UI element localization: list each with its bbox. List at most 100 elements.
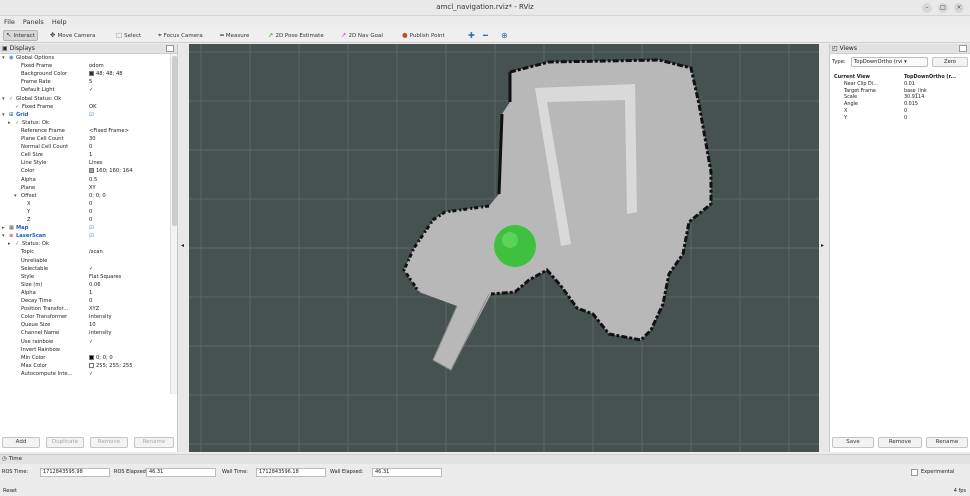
collapse-arrow-icon[interactable]: ▸	[8, 119, 11, 127]
tree-row[interactable]: Topic/scan	[0, 248, 170, 256]
tree-row-value[interactable]: XY	[89, 184, 96, 192]
tree-row[interactable]: ▸ ✓ Status: Ok	[0, 240, 170, 248]
tree-row[interactable]: Invert Rainbow	[0, 346, 170, 354]
color-swatch[interactable]	[89, 354, 94, 360]
expand-arrow-icon[interactable]: ▾	[2, 111, 5, 119]
tree-row-value[interactable]: <Fixed Frame>	[89, 127, 129, 135]
tree-row[interactable]: Use rainbow ✓	[0, 338, 170, 346]
tree-row[interactable]: Autocompute Inte... ✓	[0, 370, 170, 378]
move-camera-tool[interactable]: ✥ Move Camera	[50, 30, 96, 41]
tree-row[interactable]: ▸ ▦ Map ☑	[0, 224, 170, 232]
tree-row-value[interactable]: 0.5	[89, 176, 97, 184]
color-swatch[interactable]	[89, 71, 94, 77]
tree-row[interactable]: ▸ ✓ Status: Ok	[0, 119, 170, 127]
tree-row-value[interactable]: Lines	[89, 159, 103, 167]
tree-row-value[interactable]: 10	[89, 321, 96, 329]
tree-row-value[interactable]: Flat Squares	[89, 273, 121, 281]
maximize-button[interactable]: □	[938, 3, 948, 13]
render-viewport[interactable]	[189, 44, 819, 452]
tree-row-value[interactable]: 48; 48; 48	[89, 70, 123, 78]
tree-row-value[interactable]: ✓	[89, 370, 93, 378]
tree-row-value[interactable]: 0	[89, 297, 92, 305]
tree-row[interactable]: Alpha 1	[0, 289, 170, 297]
tree-row[interactable]: Alpha 0.5	[0, 176, 170, 184]
tree-row[interactable]: ▾ ✓ Global Status: Ok	[0, 95, 170, 103]
crosshair-icon[interactable]: ⊕	[501, 30, 508, 41]
tree-row[interactable]: X0	[0, 200, 170, 208]
tree-row[interactable]: Z0	[0, 216, 170, 224]
tree-row-value[interactable]: odom	[89, 62, 104, 70]
menu-panels[interactable]: Panels	[23, 16, 44, 28]
scrollbar-thumb[interactable]	[172, 56, 177, 226]
tree-row-value[interactable]: OK	[89, 103, 97, 111]
select-tool[interactable]: ⬚ Select	[116, 30, 141, 41]
tree-row-value[interactable]: ☑	[89, 232, 94, 240]
duplicate-button[interactable]: Duplicate	[46, 437, 84, 448]
tree-row[interactable]: Color Transformer Intensity	[0, 313, 170, 321]
tree-row-value[interactable]: ☑	[89, 111, 94, 119]
zero-button[interactable]: Zero	[932, 57, 968, 67]
expand-arrow-icon[interactable]: ▾	[2, 95, 5, 103]
tree-row[interactable]: Size (m) 0.06	[0, 281, 170, 289]
color-swatch[interactable]	[89, 168, 94, 174]
close-button[interactable]: ×	[954, 3, 964, 13]
tree-row-value[interactable]: 0	[89, 143, 92, 151]
tree-row[interactable]: Max Color 255; 255; 255	[0, 362, 170, 370]
tree-row[interactable]: ✓ Fixed Frame OK	[0, 103, 170, 111]
view-property-row[interactable]: Y0	[832, 115, 969, 122]
remove-view-button[interactable]: Remove	[878, 437, 922, 448]
tree-row[interactable]: Background Color 48; 48; 48	[0, 70, 170, 78]
pose-estimate-tool[interactable]: ➚ 2D Pose Estimate	[268, 30, 324, 41]
tree-row[interactable]: Channel Name intensity	[0, 329, 170, 337]
collapse-arrow-icon[interactable]: ▸	[2, 224, 5, 232]
tree-row-value[interactable]: 5	[89, 78, 92, 86]
tree-row-value[interactable]: /scan	[89, 248, 103, 256]
displays-scrollbar[interactable]	[170, 54, 177, 394]
right-collapse-handle[interactable]: ▸	[819, 44, 829, 452]
tree-row-value[interactable]: 0	[89, 208, 92, 216]
view-property-row[interactable]: Near Clip Di... 0.01	[832, 81, 969, 88]
collapse-arrow-icon[interactable]: ▸	[8, 240, 11, 248]
tree-row[interactable]: Color 160; 160; 164	[0, 167, 170, 175]
tree-row[interactable]: ▾ ◉ Global Options	[0, 54, 170, 62]
tree-row-value[interactable]: 0; 0; 0	[89, 354, 113, 362]
publish-point-tool[interactable]: ● Publish Point	[402, 30, 445, 41]
tree-row[interactable]: Default Light ✓	[0, 86, 170, 94]
tree-row-value[interactable]: 255; 255; 255	[89, 362, 133, 370]
view-property-row[interactable]: Target Frame base_link	[832, 88, 969, 95]
menu-file[interactable]: File	[4, 16, 15, 28]
remove-button[interactable]: Remove	[90, 437, 128, 448]
tree-row[interactable]: Decay Time 0	[0, 297, 170, 305]
tree-row[interactable]: Fixed Frame odom	[0, 62, 170, 70]
color-swatch[interactable]	[89, 362, 94, 368]
tree-row[interactable]: Selectable ✓	[0, 265, 170, 273]
tree-row[interactable]: Y0	[0, 208, 170, 216]
tree-row[interactable]: Reference Frame <Fixed Frame>	[0, 127, 170, 135]
tree-row-value[interactable]: 0; 0; 0	[89, 192, 106, 200]
tree-row-value[interactable]: 0	[89, 216, 92, 224]
minus-icon[interactable]: ━	[483, 30, 488, 41]
menu-help[interactable]: Help	[52, 16, 67, 28]
tree-row[interactable]: Plane XY	[0, 184, 170, 192]
tree-row-value[interactable]: XYZ	[89, 305, 99, 313]
tree-row-value[interactable]: 0	[89, 200, 92, 208]
expand-arrow-icon[interactable]: ▾	[14, 192, 17, 200]
tree-row[interactable]: Unreliable	[0, 257, 170, 265]
ros-elapsed-field[interactable]: 46.31	[146, 468, 216, 477]
expand-arrow-icon[interactable]: ▾	[2, 54, 5, 62]
interact-tool[interactable]: ↖ Interact	[3, 30, 38, 41]
tree-row-value[interactable]: ✓	[89, 86, 93, 94]
tree-row-value[interactable]: ✓	[89, 265, 93, 273]
view-property-row[interactable]: Current View TopDownOrtho (r...	[832, 74, 969, 81]
tree-row-value[interactable]: 30	[89, 135, 96, 143]
tree-row[interactable]: ▾ Offset 0; 0; 0	[0, 192, 170, 200]
ros-time-field[interactable]: 1712843595.98	[40, 468, 110, 477]
rename-view-button[interactable]: Rename	[926, 437, 968, 448]
view-property-row[interactable]: X0	[832, 108, 969, 115]
view-property-value[interactable]: 0	[904, 115, 907, 122]
view-type-select[interactable]: TopDownOrtho (rvi ▾	[851, 57, 928, 67]
tree-row[interactable]: Min Color 0; 0; 0	[0, 354, 170, 362]
nav-goal-tool[interactable]: ➚ 2D Nav Goal	[341, 30, 383, 41]
measure-tool[interactable]: ═ Measure	[220, 30, 249, 41]
wall-time-field[interactable]: 1712843596.18	[256, 468, 326, 477]
